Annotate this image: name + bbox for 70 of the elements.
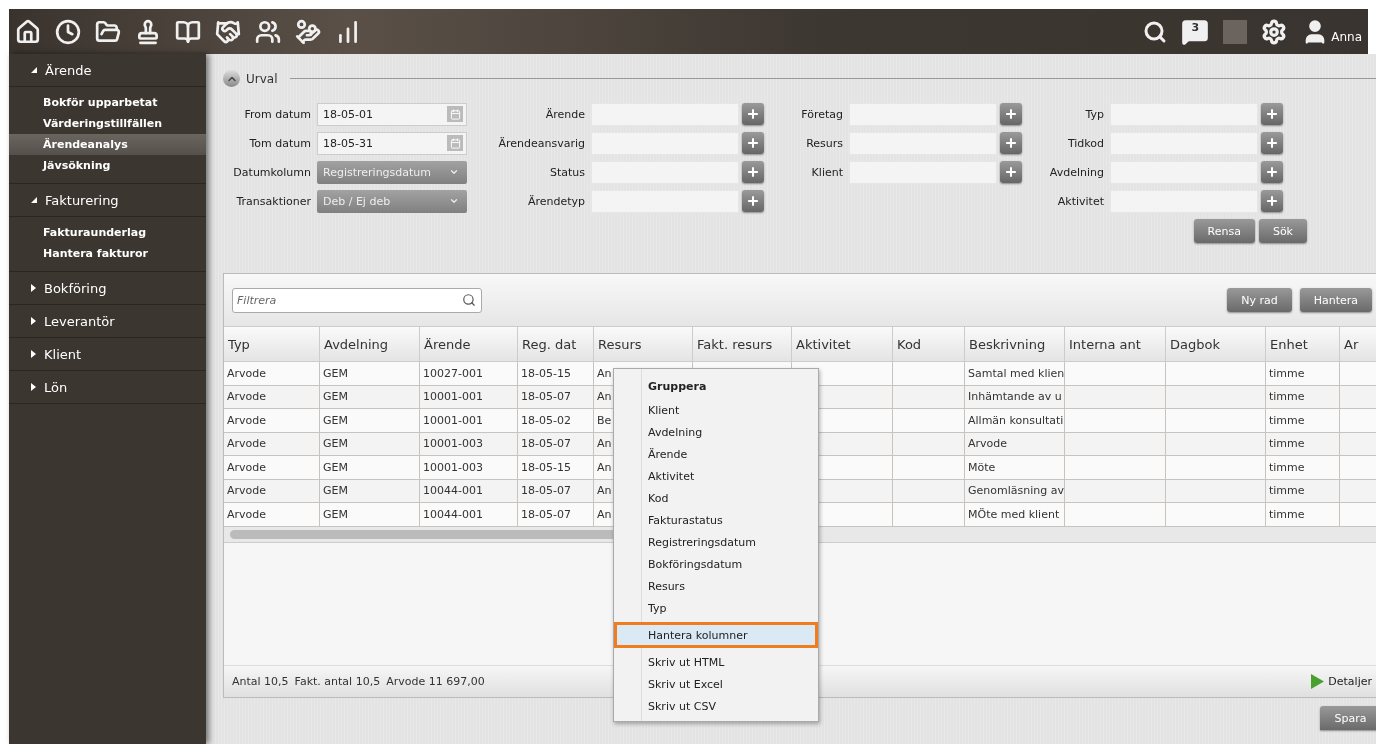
table-cell: GEM xyxy=(323,507,348,521)
table-cell: Arvode xyxy=(227,413,267,427)
table-cell: timme xyxy=(1269,390,1305,404)
field-label: Tidkod xyxy=(1066,136,1105,150)
table-cell: Arvode xyxy=(227,460,267,474)
table-cell: timme xyxy=(1269,437,1305,451)
field-label: Status xyxy=(548,165,586,179)
field-label: Resurs xyxy=(805,136,844,150)
table-cell: 10001-001 xyxy=(423,390,483,404)
field-label: Avdelning xyxy=(1048,165,1105,179)
table-cell: Arvode xyxy=(968,437,1008,451)
table-cell: 18-05-02 xyxy=(521,413,571,427)
notification-count: 3 xyxy=(1190,20,1201,34)
field-label: Ärendetyp xyxy=(526,194,586,208)
summary-text: Fakt. antal 10,5 xyxy=(294,675,381,688)
table-cell: 10027-001 xyxy=(423,366,483,380)
field-label: Typ xyxy=(1084,107,1105,121)
table-cell: GEM xyxy=(323,413,348,427)
field-label: From datum xyxy=(243,107,312,121)
table-cell: An xyxy=(597,460,612,474)
table-cell: GEM xyxy=(323,390,348,404)
table-cell: timme xyxy=(1269,507,1305,521)
section-title: Urval xyxy=(246,71,278,86)
table-cell: GEM xyxy=(323,366,348,380)
table-cell: 18-05-07 xyxy=(521,390,571,404)
table-cell: timme xyxy=(1269,460,1305,474)
table-cell: An xyxy=(597,507,612,521)
table-cell: 10044-001 xyxy=(423,484,483,498)
summary-text: Arvode 11 697,00 xyxy=(386,675,485,688)
table-cell: 10001-003 xyxy=(423,460,483,474)
table-cell: 18-05-15 xyxy=(521,460,571,474)
field-label: Ärende xyxy=(544,107,586,121)
table-cell: GEM xyxy=(323,460,348,474)
field-label: Klient xyxy=(810,165,844,179)
table-cell: 10044-001 xyxy=(423,507,483,521)
table-cell: An xyxy=(597,437,612,451)
table-cell: 18-05-07 xyxy=(521,484,571,498)
table-cell: Allmän konsultati xyxy=(968,413,1064,427)
table-cell: Arvode xyxy=(227,507,267,521)
table-cell: GEM xyxy=(323,484,348,498)
field-label: Ärendeansvarig xyxy=(497,136,586,150)
table-cell: Be xyxy=(597,413,612,427)
table-cell: timme xyxy=(1269,366,1305,380)
table-cell: 10001-003 xyxy=(423,437,483,451)
table-cell: Arvode xyxy=(227,437,267,451)
summary-text: Antal 10,5 xyxy=(232,675,289,688)
field-label: Tom datum xyxy=(248,136,312,150)
field-label: Aktivitet xyxy=(1056,194,1105,208)
table-cell: 18-05-07 xyxy=(521,437,571,451)
table-cell: Inhämtande av u xyxy=(968,390,1062,404)
field-label: Datumkolumn xyxy=(232,165,312,179)
table-cell: Möte xyxy=(968,460,996,474)
field-label: Transaktioner xyxy=(235,194,312,208)
table-cell: 18-05-07 xyxy=(521,507,571,521)
table-cell: 10001-001 xyxy=(423,413,483,427)
table-cell: 18-05-15 xyxy=(521,366,571,380)
table-cell: timme xyxy=(1269,413,1305,427)
field-label: Företag xyxy=(800,107,844,121)
table-cell: Genomläsning av xyxy=(968,484,1064,498)
table-cell: GEM xyxy=(323,437,348,451)
menu-title: Gruppera xyxy=(647,378,708,395)
table-cell: Samtal med klien xyxy=(968,366,1064,380)
table-cell: An xyxy=(597,366,612,380)
table-cell: timme xyxy=(1269,484,1305,498)
table-cell: An xyxy=(597,484,612,498)
table-cell: Arvode xyxy=(227,366,267,380)
table-cell: Arvode xyxy=(227,484,267,498)
table-cell: An xyxy=(597,390,612,404)
table-cell: MÖte med klient xyxy=(968,507,1060,521)
table-cell: Arvode xyxy=(227,390,267,404)
